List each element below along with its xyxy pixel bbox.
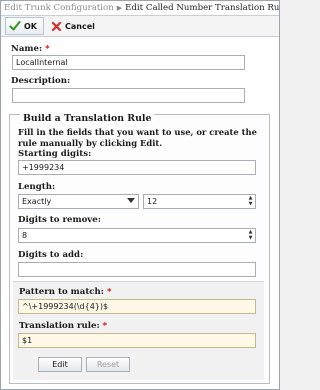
build-rule-group: Build a Translation Rule Fill in the fie… bbox=[9, 113, 270, 384]
length-stepper-value: 12 bbox=[147, 197, 158, 206]
length-label: Length: bbox=[18, 182, 56, 192]
pattern-input[interactable]: ^\+1999234(\d{4})$ bbox=[18, 299, 256, 314]
pattern-label-text: Pattern to match: bbox=[19, 287, 104, 297]
starting-digits-label: Starting digits: bbox=[18, 149, 92, 159]
name-input[interactable]: LocalInternal bbox=[12, 55, 245, 70]
digits-add-input[interactable] bbox=[18, 262, 256, 277]
digits-remove-spinner[interactable]: ▲ ▼ bbox=[247, 230, 254, 241]
dialog-window: Edit Trunk Configuration ▶ Edit Called Num… bbox=[0, 0, 280, 390]
pattern-section: Pattern to match: * ^\+1999234(\d{4})$ T… bbox=[13, 281, 264, 380]
digits-remove-label: Digits to remove: bbox=[18, 215, 101, 225]
pattern-label: Pattern to match: * bbox=[19, 286, 111, 298]
ok-button[interactable]: OK bbox=[5, 17, 44, 35]
cancel-button[interactable]: Cancel bbox=[46, 17, 102, 35]
required-marker: * bbox=[106, 287, 112, 297]
breadcrumb-parent-link[interactable]: Edit Trunk Configuration bbox=[4, 3, 114, 13]
length-select[interactable]: Exactly bbox=[18, 194, 139, 209]
translation-rule-input[interactable]: $1 bbox=[18, 333, 256, 348]
required-marker: * bbox=[102, 321, 108, 331]
build-rule-title: Build a Translation Rule bbox=[20, 113, 155, 124]
edit-button[interactable]: Edit bbox=[38, 357, 82, 372]
starting-digits-input[interactable]: +1999234 bbox=[18, 160, 256, 175]
reset-button[interactable]: Reset bbox=[86, 357, 130, 372]
x-icon bbox=[50, 20, 62, 32]
breadcrumb: Edit Trunk Configuration ▶ Edit Called Num… bbox=[1, 1, 279, 16]
chevron-down-icon bbox=[127, 198, 135, 203]
description-input[interactable] bbox=[12, 88, 245, 103]
translation-rule-label-text: Translation rule: bbox=[19, 321, 100, 331]
name-label: Name: * bbox=[11, 43, 50, 55]
checkmark-icon bbox=[9, 20, 21, 32]
length-stepper[interactable]: 12 ▲ ▼ bbox=[143, 194, 256, 209]
translation-rule-label: Translation rule: * bbox=[19, 320, 107, 332]
digits-add-label: Digits to add: bbox=[18, 250, 84, 260]
description-label: Description: bbox=[11, 76, 71, 86]
toolbar: OK Cancel bbox=[1, 16, 279, 37]
ok-button-label: OK bbox=[24, 21, 37, 31]
spin-down-icon[interactable]: ▼ bbox=[247, 236, 254, 241]
build-rule-instructions: Fill in the fields that you want to use,… bbox=[18, 127, 257, 148]
breadcrumb-separator-icon: ▶ bbox=[116, 4, 123, 12]
digits-remove-value: 8 bbox=[22, 231, 28, 240]
required-marker: * bbox=[45, 44, 50, 54]
length-select-value: Exactly bbox=[22, 197, 52, 206]
length-spinner[interactable]: ▲ ▼ bbox=[247, 196, 254, 207]
digits-remove-stepper[interactable]: 8 ▲ ▼ bbox=[18, 228, 256, 243]
breadcrumb-current: Edit Called Number Translation Rule - Lo… bbox=[125, 3, 279, 13]
spin-down-icon[interactable]: ▼ bbox=[247, 202, 254, 207]
name-label-text: Name: bbox=[11, 44, 43, 54]
cancel-button-label: Cancel bbox=[65, 21, 95, 31]
